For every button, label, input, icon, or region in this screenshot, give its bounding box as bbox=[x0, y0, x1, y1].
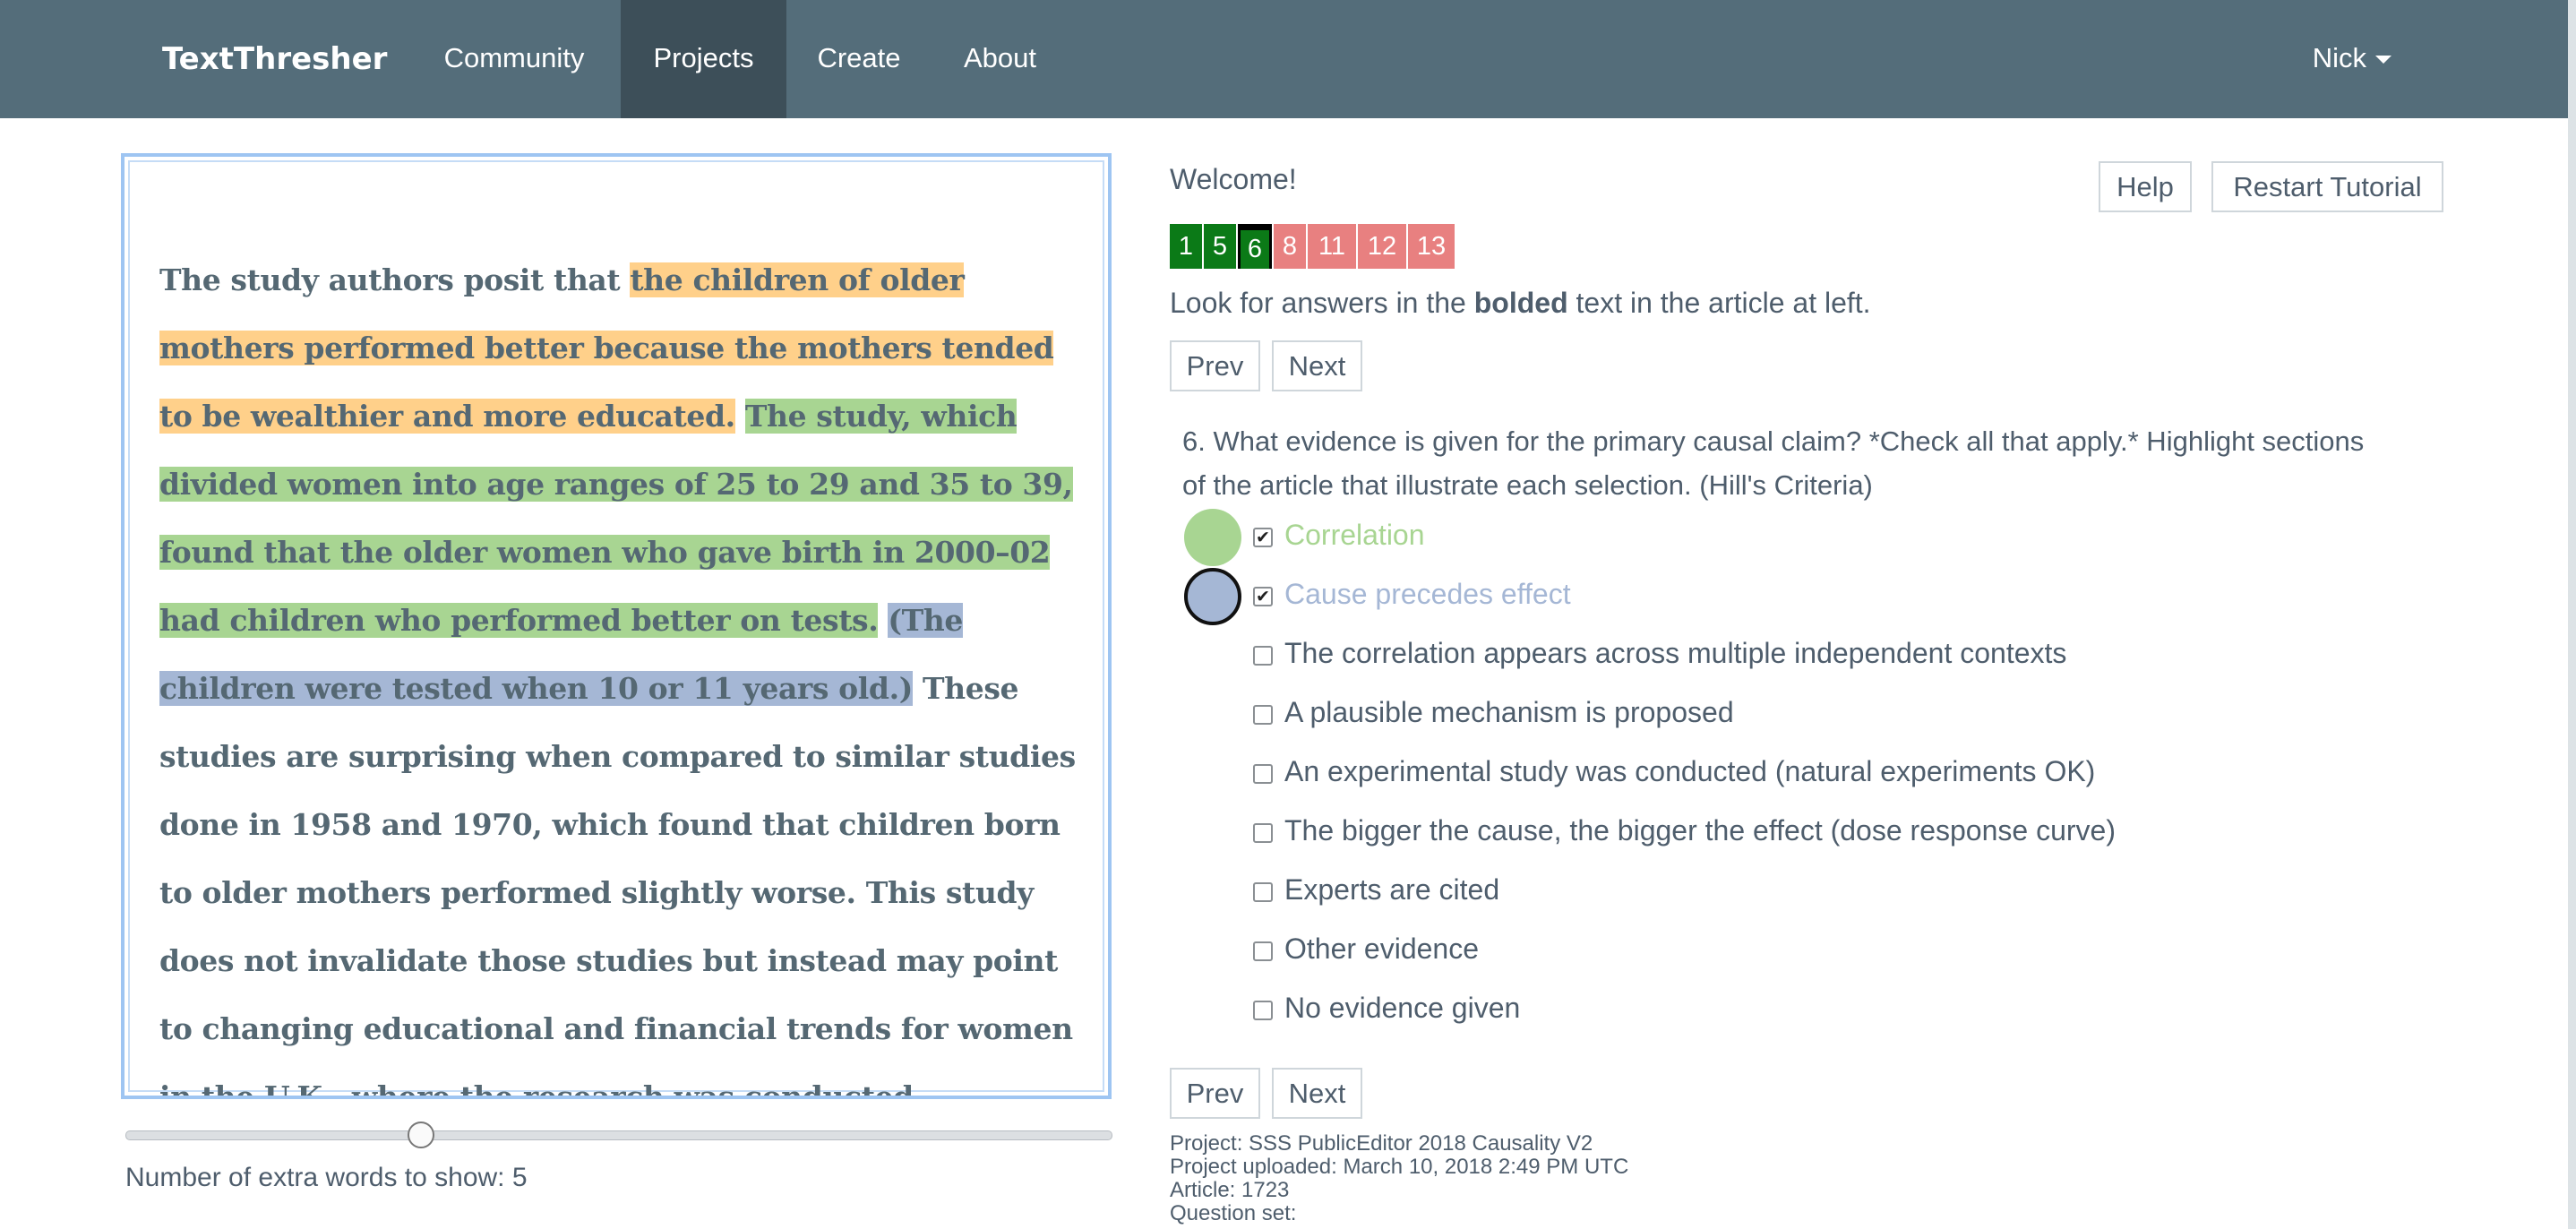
nav-about[interactable]: About bbox=[940, 0, 1060, 118]
option-checkbox[interactable]: ✔ bbox=[1253, 587, 1273, 606]
welcome-text: Welcome! bbox=[1170, 163, 1297, 195]
question-nav-12[interactable]: 12 bbox=[1358, 224, 1406, 269]
instruction-post: text in the article at left. bbox=[1567, 287, 1871, 319]
option-label[interactable]: A plausible mechanism is proposed bbox=[1284, 696, 1734, 729]
option-checkbox[interactable] bbox=[1253, 882, 1273, 902]
instruction-pre: Look for answers in the bbox=[1170, 287, 1474, 319]
article-segment: These studies are surprising when compar… bbox=[159, 671, 1076, 1099]
option-label[interactable]: No evidence given bbox=[1284, 992, 1520, 1025]
option-checkbox[interactable] bbox=[1253, 1001, 1273, 1020]
help-button[interactable]: Help bbox=[2099, 161, 2192, 212]
option-checkbox[interactable] bbox=[1253, 705, 1273, 725]
caret-down-icon bbox=[2375, 56, 2391, 64]
meta-article: Article: 1723 bbox=[1170, 1178, 1290, 1202]
article-segment bbox=[735, 399, 745, 434]
meta-uploaded: Project uploaded: March 10, 2018 2:49 PM… bbox=[1170, 1155, 1629, 1179]
highlight-color-swatch[interactable] bbox=[1184, 509, 1241, 566]
restart-tutorial-button[interactable]: Restart Tutorial bbox=[2211, 161, 2443, 212]
extra-words-slider[interactable] bbox=[125, 1130, 1112, 1140]
navbar: TextThresher Community Projects Create A… bbox=[0, 0, 2576, 118]
next-button[interactable]: Next bbox=[1272, 340, 1362, 391]
option-label[interactable]: An experimental study was conducted (nat… bbox=[1284, 755, 2095, 788]
question-nav-8[interactable]: 8 bbox=[1274, 224, 1306, 269]
instruction-bold: bolded bbox=[1473, 287, 1568, 319]
prev-button[interactable]: Prev bbox=[1170, 340, 1260, 391]
extra-words-label: Number of extra words to show: 5 bbox=[125, 1163, 528, 1192]
article-panel[interactable]: The study authors posit that the childre… bbox=[121, 153, 1112, 1099]
nav-create[interactable]: Create bbox=[795, 0, 923, 118]
option-label[interactable]: Cause precedes effect bbox=[1284, 578, 1571, 611]
prev-button-bottom[interactable]: Prev bbox=[1170, 1068, 1260, 1119]
option-label[interactable]: The bigger the cause, the bigger the eff… bbox=[1284, 814, 2116, 847]
nav-community[interactable]: Community bbox=[415, 0, 614, 118]
option-label[interactable]: Other evidence bbox=[1284, 932, 1479, 966]
article-text[interactable]: The study authors posit that the childre… bbox=[159, 246, 1082, 1099]
question-nav-1[interactable]: 1 bbox=[1170, 224, 1202, 269]
question-nav-11[interactable]: 11 bbox=[1308, 224, 1356, 269]
user-name: Nick bbox=[2312, 42, 2366, 73]
highlight-color-swatch[interactable] bbox=[1184, 568, 1241, 625]
nav-projects[interactable]: Projects bbox=[621, 0, 786, 118]
option-checkbox[interactable]: ✔ bbox=[1253, 528, 1273, 547]
question-nav-6[interactable]: 6 bbox=[1238, 224, 1272, 269]
brand-logo[interactable]: TextThresher bbox=[162, 0, 387, 118]
meta-project: Project: SSS PublicEditor 2018 Causality… bbox=[1170, 1131, 1593, 1156]
project-meta: Project: SSS PublicEditor 2018 Causality… bbox=[1170, 1132, 1628, 1225]
option-checkbox[interactable] bbox=[1253, 823, 1273, 843]
article-segment bbox=[878, 603, 888, 638]
question-nav-13[interactable]: 13 bbox=[1408, 224, 1455, 269]
question-nav-5[interactable]: 5 bbox=[1204, 224, 1236, 269]
option-checkbox[interactable] bbox=[1253, 941, 1273, 961]
slider-handle[interactable] bbox=[408, 1122, 434, 1148]
instruction-text: Look for answers in the bolded text in t… bbox=[1170, 287, 1871, 320]
page-scrollbar[interactable] bbox=[2568, 0, 2576, 1229]
highlight-green[interactable]: The study, which divided women into age … bbox=[159, 399, 1073, 638]
option-label[interactable]: The correlation appears across multiple … bbox=[1284, 637, 2066, 670]
option-checkbox[interactable] bbox=[1253, 646, 1273, 666]
option-label[interactable]: Experts are cited bbox=[1284, 873, 1499, 907]
question-text: 6. What evidence is given for the primar… bbox=[1182, 425, 2365, 501]
article-segment: The study authors posit that bbox=[159, 262, 631, 297]
option-checkbox[interactable] bbox=[1253, 764, 1273, 784]
user-menu[interactable]: Nick bbox=[2313, 0, 2391, 118]
next-button-bottom[interactable]: Next bbox=[1272, 1068, 1362, 1119]
option-label[interactable]: Correlation bbox=[1284, 519, 1425, 552]
meta-question-set: Question set: bbox=[1170, 1201, 1297, 1225]
